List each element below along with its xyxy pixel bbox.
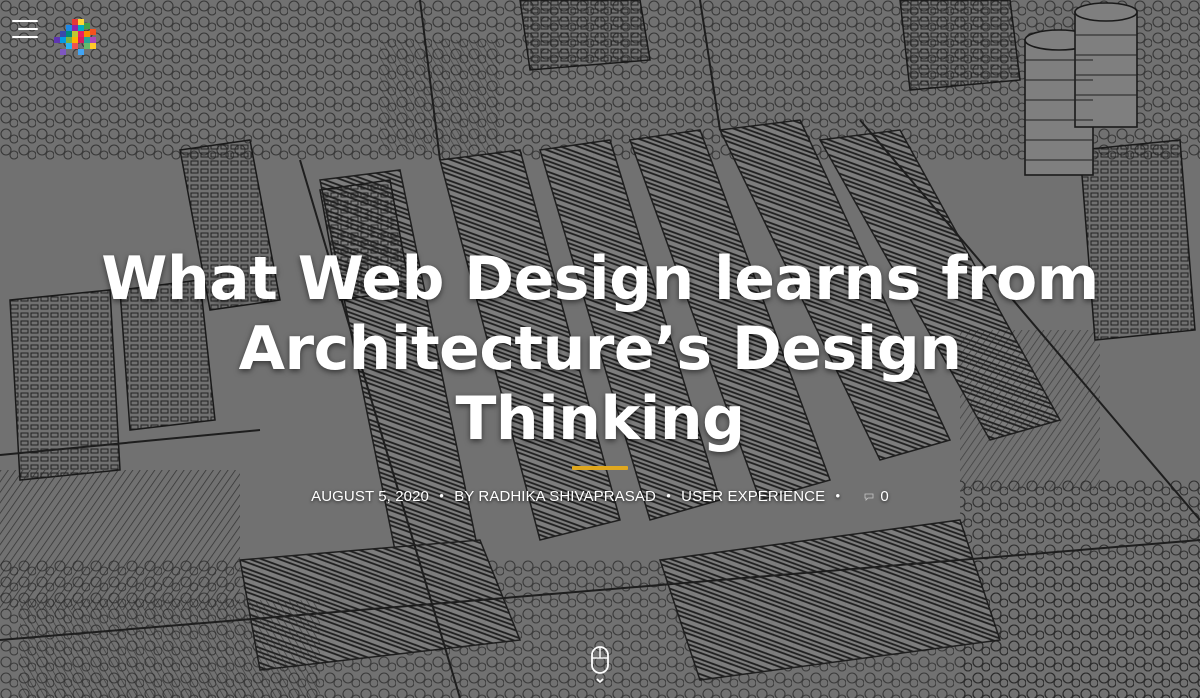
mouse-scroll-down-icon[interactable]	[589, 646, 611, 688]
comment-icon	[865, 493, 874, 501]
post-author-link[interactable]: BY RADHIKA SHIVAPRASAD	[454, 488, 656, 505]
post-title-line-1: What Web Design learns from	[101, 244, 1099, 314]
post-header: What Web Design learns from Architecture…	[0, 244, 1200, 505]
meta-separator: •	[666, 488, 671, 503]
menu-bar-middle	[18, 28, 38, 30]
colorful-pixel-logo-icon[interactable]	[52, 15, 102, 57]
comments-count: 0	[880, 488, 889, 505]
meta-separator: •	[439, 488, 444, 503]
comments-link[interactable]: 0	[864, 488, 889, 505]
meta-separator: •	[835, 488, 841, 503]
menu-bar-top	[12, 20, 38, 22]
post-date-link[interactable]: AUGUST 5, 2020	[311, 488, 429, 505]
post-title-line-2: Architecture’s Design Thinking	[238, 314, 962, 454]
post-meta: AUGUST 5, 2020 • BY RADHIKA SHIVAPRASAD …	[0, 488, 1200, 505]
post-title: What Web Design learns from Architecture…	[100, 244, 1100, 454]
hamburger-menu-icon[interactable]	[12, 20, 38, 40]
post-category-link[interactable]: USER EXPERIENCE	[681, 488, 825, 505]
title-accent-underline	[572, 466, 628, 470]
menu-bar-bottom	[12, 36, 38, 38]
hero-section: What Web Design learns from Architecture…	[0, 0, 1200, 698]
